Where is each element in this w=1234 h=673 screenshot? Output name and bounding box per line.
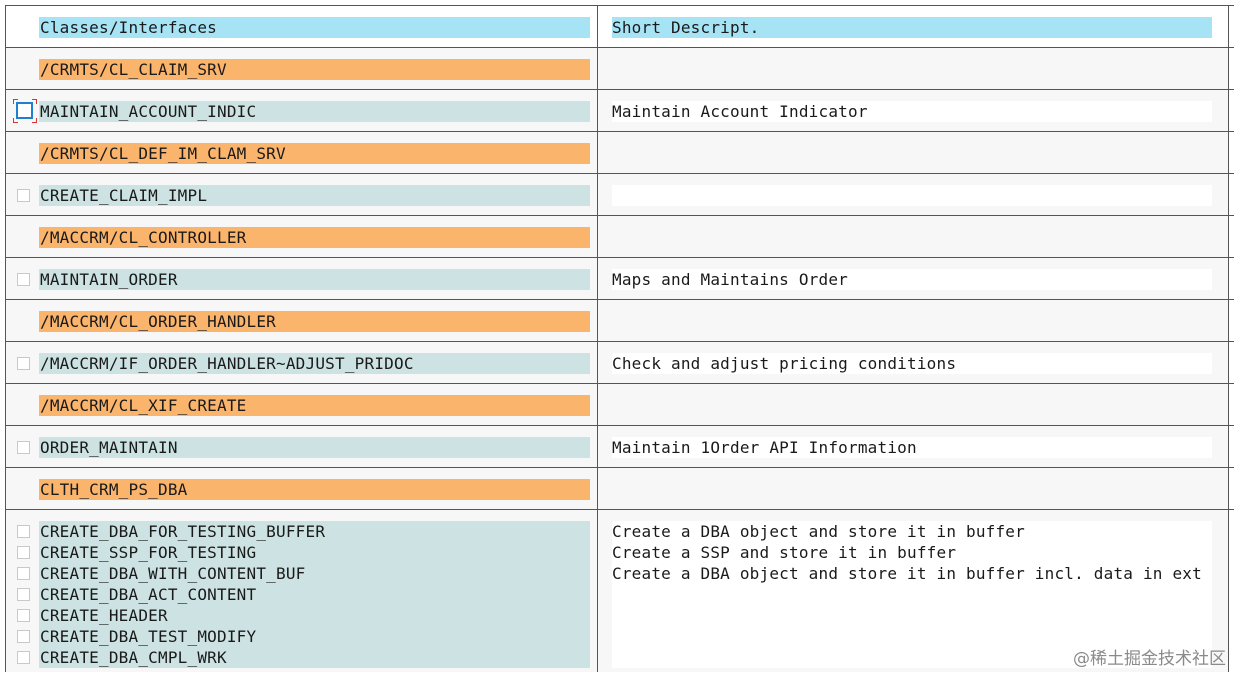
table-row: MAINTAIN_ORDER Maps and Maintains Order (5, 257, 1234, 299)
table-row: /MACCRM/CL_CONTROLLER (5, 215, 1234, 257)
table-row: /MACCRM/IF_ORDER_HANDLER~ADJUST_PRIDOC C… (5, 341, 1234, 383)
method-description: Create a SSP and store it in buffer (612, 542, 1212, 563)
table-row: CLTH_CRM_PS_DBA (5, 467, 1234, 509)
class-method-table: Classes/Interfaces Short Descript. /CRMT… (5, 5, 1234, 672)
row-checkbox[interactable] (17, 588, 30, 601)
table-row: /CRMTS/CL_CLAIM_SRV (5, 47, 1234, 89)
class-name[interactable]: CLTH_CRM_PS_DBA (39, 479, 590, 500)
list-item: CREATE_DBA_TEST_MODIFY (6, 626, 597, 647)
method-description: Maintain 1Order API Information (612, 437, 1212, 458)
row-checkbox[interactable] (17, 546, 30, 559)
list-item: CREATE_SSP_FOR_TESTING (6, 542, 597, 563)
row-checkbox[interactable] (17, 630, 30, 643)
focus-corner-mark (32, 99, 37, 104)
column-header-short-description[interactable]: Short Descript. (612, 17, 1212, 38)
class-name[interactable]: /MACCRM/CL_XIF_CREATE (39, 395, 590, 416)
table-row: MAINTAIN_ACCOUNT_INDIC Maintain Account … (5, 89, 1234, 131)
method-name[interactable]: CREATE_DBA_WITH_CONTENT_BUF (39, 563, 590, 584)
row-checkbox[interactable] (16, 102, 33, 119)
row-checkbox[interactable] (17, 525, 30, 538)
table-row: CREATE_CLAIM_IMPL (5, 173, 1234, 215)
method-name[interactable]: CREATE_DBA_ACT_CONTENT (39, 584, 590, 605)
method-name[interactable]: MAINTAIN_ORDER (39, 269, 590, 290)
method-name[interactable]: CREATE_DBA_FOR_TESTING_BUFFER (39, 521, 590, 542)
table-row: ORDER_MAINTAIN Maintain 1Order API Infor… (5, 425, 1234, 467)
row-checkbox[interactable] (17, 651, 30, 664)
list-item: CREATE_DBA_CMPL_WRK (6, 647, 597, 668)
table-row-group: CREATE_DBA_FOR_TESTING_BUFFER CREATE_SSP… (5, 509, 1234, 672)
row-checkbox[interactable] (17, 189, 30, 202)
method-name[interactable]: CREATE_SSP_FOR_TESTING (39, 542, 590, 563)
method-name[interactable]: CREATE_DBA_TEST_MODIFY (39, 626, 590, 647)
method-description (612, 584, 1212, 605)
table-row: /MACCRM/CL_ORDER_HANDLER (5, 299, 1234, 341)
row-checkbox[interactable] (17, 567, 30, 580)
focus-corner-mark (13, 99, 18, 104)
watermark: @稀土掘金技术社区 (1073, 649, 1226, 669)
focus-corner-mark (13, 118, 18, 123)
list-item: CREATE_DBA_ACT_CONTENT (6, 584, 597, 605)
method-description (612, 185, 1212, 206)
focus-corner-mark (32, 118, 37, 123)
method-description (612, 605, 1212, 626)
row-checkbox[interactable] (17, 273, 30, 286)
row-checkbox[interactable] (17, 357, 30, 370)
table-row: /MACCRM/CL_XIF_CREATE (5, 383, 1234, 425)
table-row: /CRMTS/CL_DEF_IM_CLAM_SRV (5, 131, 1234, 173)
method-name[interactable]: MAINTAIN_ACCOUNT_INDIC (39, 101, 590, 122)
list-item: CREATE_DBA_FOR_TESTING_BUFFER (6, 521, 597, 542)
class-name[interactable]: /CRMTS/CL_CLAIM_SRV (39, 59, 590, 80)
row-checkbox[interactable] (17, 441, 30, 454)
method-description: Create a DBA object and store it in buff… (612, 521, 1212, 542)
list-item: CREATE_DBA_WITH_CONTENT_BUF (6, 563, 597, 584)
class-name[interactable]: /MACCRM/CL_CONTROLLER (39, 227, 590, 248)
row-checkbox[interactable] (17, 609, 30, 622)
list-item: CREATE_HEADER (6, 605, 597, 626)
table-header-row: Classes/Interfaces Short Descript. (5, 5, 1234, 47)
method-description: Maps and Maintains Order (612, 269, 1212, 290)
class-name[interactable]: /MACCRM/CL_ORDER_HANDLER (39, 311, 590, 332)
method-description: Create a DBA object and store it in buff… (612, 563, 1212, 584)
method-description: Check and adjust pricing conditions (612, 353, 1212, 374)
method-name[interactable]: /MACCRM/IF_ORDER_HANDLER~ADJUST_PRIDOC (39, 353, 590, 374)
method-name[interactable]: CREATE_CLAIM_IMPL (39, 185, 590, 206)
class-name[interactable]: /CRMTS/CL_DEF_IM_CLAM_SRV (39, 143, 590, 164)
column-header-classes[interactable]: Classes/Interfaces (39, 17, 590, 38)
method-description: Maintain Account Indicator (612, 101, 1212, 122)
method-name[interactable]: CREATE_DBA_CMPL_WRK (39, 647, 590, 668)
method-name[interactable]: ORDER_MAINTAIN (39, 437, 590, 458)
method-name[interactable]: CREATE_HEADER (39, 605, 590, 626)
